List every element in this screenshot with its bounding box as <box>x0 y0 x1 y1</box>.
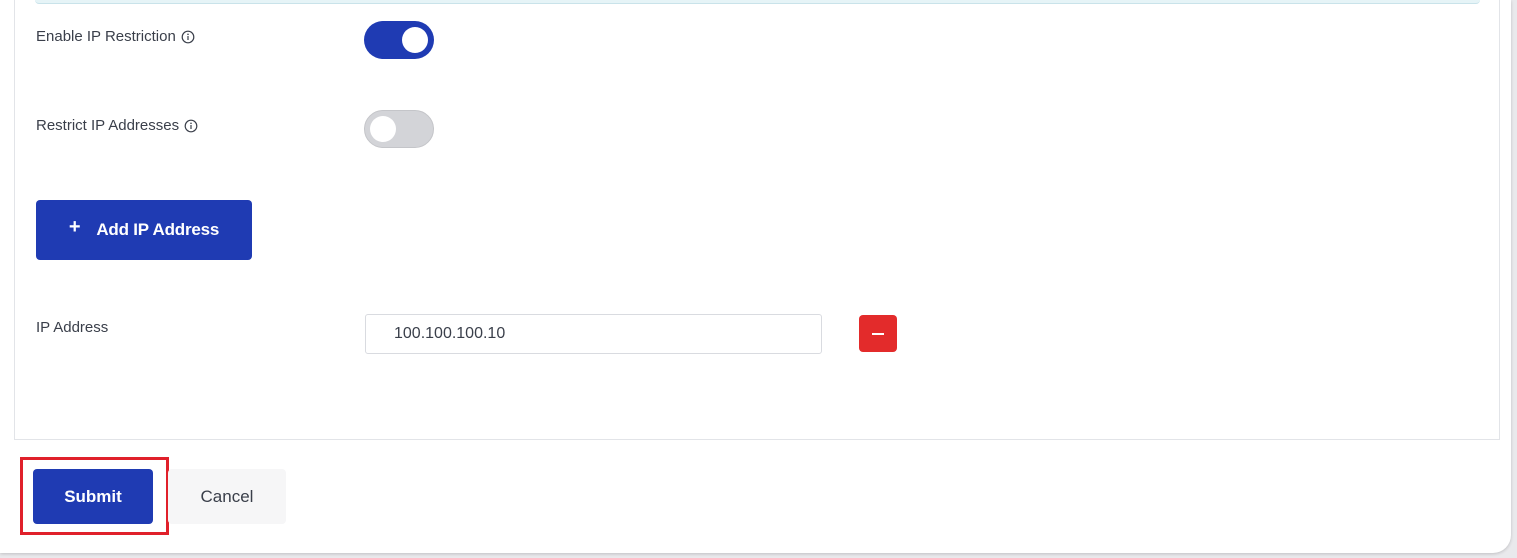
add-ip-address-label: Add IP Address <box>96 220 220 239</box>
restrict-ip-addresses-toggle[interactable] <box>364 110 434 148</box>
submit-highlight-box <box>20 457 169 535</box>
ip-address-label-row: IP Address <box>36 319 108 336</box>
add-ip-address-button[interactable]: + Add IP Address <box>36 200 252 260</box>
enable-ip-restriction-label: Enable IP Restriction <box>36 28 176 45</box>
restrict-ip-addresses-label-row: Restrict IP Addresses <box>36 117 198 134</box>
cancel-label: Cancel <box>200 486 254 506</box>
enable-ip-restriction-toggle[interactable] <box>364 21 434 59</box>
remove-ip-button[interactable] <box>859 315 897 352</box>
enable-ip-restriction-label-row: Enable IP Restriction <box>36 28 195 45</box>
top-info-strip <box>35 0 1480 4</box>
toggle-knob <box>402 27 428 53</box>
ip-address-label: IP Address <box>36 319 109 336</box>
ip-address-value: 100.100.100.10 <box>394 325 506 342</box>
cancel-button[interactable]: Cancel <box>168 469 286 524</box>
settings-page: Enable IP Restriction Restrict IP Addres… <box>0 0 1511 553</box>
plus-icon: + <box>68 215 81 238</box>
info-icon[interactable] <box>181 30 195 44</box>
restrict-ip-addresses-label: Restrict IP Addresses <box>36 117 180 134</box>
ip-address-input[interactable]: 100.100.100.10 <box>365 314 822 354</box>
info-icon[interactable] <box>184 119 198 133</box>
minus-icon <box>872 332 884 335</box>
toggle-knob <box>370 116 396 142</box>
